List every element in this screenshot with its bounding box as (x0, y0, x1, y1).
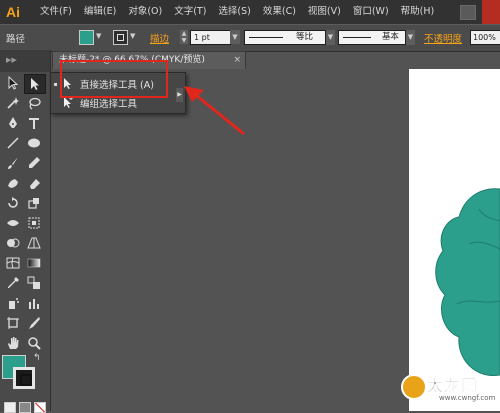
scale-tool-icon[interactable] (24, 194, 44, 212)
opacity-input[interactable]: 100% (470, 30, 500, 45)
variable-width-profile-select[interactable]: 等比 (244, 30, 326, 45)
stroke-panel-link[interactable]: 描边 (150, 31, 169, 45)
group-selection-icon (60, 96, 74, 110)
free-transform-tool-icon[interactable] (24, 214, 44, 232)
stroke-color-box[interactable] (13, 367, 35, 389)
teal-shape-artwork[interactable] (409, 69, 500, 411)
group-selection-label: 编组选择工具 (80, 99, 138, 110)
color-mode-icon[interactable] (4, 402, 16, 413)
watermark-logo (401, 374, 427, 400)
watermark-text: 太龙网 (427, 376, 479, 396)
menu-effect[interactable]: 效果(C) (257, 0, 302, 24)
control-bar: 路径 ▼ ▼ 描边 ▲ ▼ 1 pt ▼ 等比 ▼ 基本 ▼ 不透明度 100% (0, 24, 500, 52)
annotation-highlight-box (60, 60, 168, 98)
bridge-button[interactable] (460, 5, 476, 20)
stroke-dropdown-chevron-icon[interactable]: ▼ (130, 32, 135, 40)
direct-selection-tool-icon[interactable] (24, 74, 46, 94)
paintbrush-tool-icon[interactable] (3, 154, 23, 172)
tools-panel-grip[interactable]: ▶▶ (0, 50, 50, 72)
magic-wand-tool-icon[interactable] (3, 94, 23, 112)
slice-tool-icon[interactable] (24, 314, 44, 332)
swap-fill-stroke-icon[interactable]: ↰ (33, 353, 41, 363)
profile-value: 等比 (295, 32, 313, 42)
selected-bullet-icon: ▪ (53, 80, 58, 88)
stroke-weight-stepper[interactable]: ▲ ▼ (180, 30, 188, 44)
close-icon[interactable]: × (233, 52, 241, 69)
watermark: 太龙网 www.cwngf.com (401, 372, 500, 405)
window-close-button[interactable] (482, 0, 500, 24)
eyedropper-tool-icon[interactable] (3, 274, 23, 292)
width-tool-icon[interactable] (3, 214, 23, 232)
menu-select[interactable]: 选择(S) (212, 0, 256, 24)
opacity-link[interactable]: 不透明度 (424, 31, 462, 45)
menu-window[interactable]: 窗口(W) (347, 0, 395, 24)
eraser-tool-icon[interactable] (24, 174, 44, 192)
perspective-grid-tool-icon[interactable] (24, 234, 44, 252)
gradient-mode-icon[interactable] (19, 402, 31, 413)
brush-definition-select[interactable]: 基本 (338, 30, 406, 45)
hand-tool-icon[interactable] (3, 334, 23, 352)
menu-view[interactable]: 视图(V) (302, 0, 347, 24)
blob-brush-tool-icon[interactable] (3, 174, 23, 192)
brush-value: 基本 (381, 32, 399, 42)
fill-dropdown-chevron-icon[interactable]: ▼ (96, 32, 101, 40)
gradient-tool-icon[interactable] (24, 254, 44, 272)
shape-builder-tool-icon[interactable] (3, 234, 23, 252)
type-tool-icon[interactable] (24, 114, 44, 132)
selection-type-label: 路径 (6, 34, 26, 45)
stroke-weight-dropdown[interactable]: ▼ (230, 30, 240, 44)
blend-tool-icon[interactable] (24, 274, 44, 292)
menu-type[interactable]: 文字(T) (168, 0, 212, 24)
menu-file[interactable]: 文件(F) (34, 0, 78, 24)
menu-bar: Ai 文件(F) 编辑(E) 对象(O) 文字(T) 选择(S) 效果(C) 视… (0, 0, 500, 24)
menu-edit[interactable]: 编辑(E) (78, 0, 122, 24)
selection-tool-icon[interactable] (3, 74, 23, 92)
menu-list: 文件(F) 编辑(E) 对象(O) 文字(T) 选择(S) 效果(C) 视图(V… (34, 0, 440, 24)
artboard-tool-icon[interactable] (3, 314, 23, 332)
annotation-arrow-icon (184, 86, 245, 136)
illustrator-logo: Ai (0, 0, 26, 24)
stroke-color-swatch[interactable] (113, 30, 128, 45)
rotate-tool-icon[interactable] (3, 194, 23, 212)
brush-dropdown[interactable]: ▼ (406, 30, 415, 45)
watermark-url: www.cwngf.com (439, 394, 496, 402)
fill-color-swatch[interactable] (79, 30, 94, 45)
ellipse-tool-icon[interactable] (24, 134, 44, 152)
mesh-tool-icon[interactable] (3, 254, 23, 272)
zoom-tool-icon[interactable] (24, 334, 44, 352)
pen-tool-icon[interactable] (3, 114, 23, 132)
profile-dropdown[interactable]: ▼ (326, 30, 335, 45)
stroke-weight-input[interactable]: 1 pt (190, 30, 231, 45)
column-graph-tool-icon[interactable] (24, 294, 44, 312)
symbol-sprayer-tool-icon[interactable] (3, 294, 23, 312)
lasso-tool-icon[interactable] (24, 94, 44, 112)
none-mode-icon[interactable] (34, 402, 46, 413)
collapse-icon[interactable]: ▶▶ (6, 56, 17, 64)
line-segment-tool-icon[interactable] (3, 134, 23, 152)
menu-object[interactable]: 对象(O) (122, 0, 168, 24)
menu-help[interactable]: 帮助(H) (395, 0, 441, 24)
color-mode-buttons (4, 402, 46, 413)
pencil-tool-icon[interactable] (24, 154, 44, 172)
